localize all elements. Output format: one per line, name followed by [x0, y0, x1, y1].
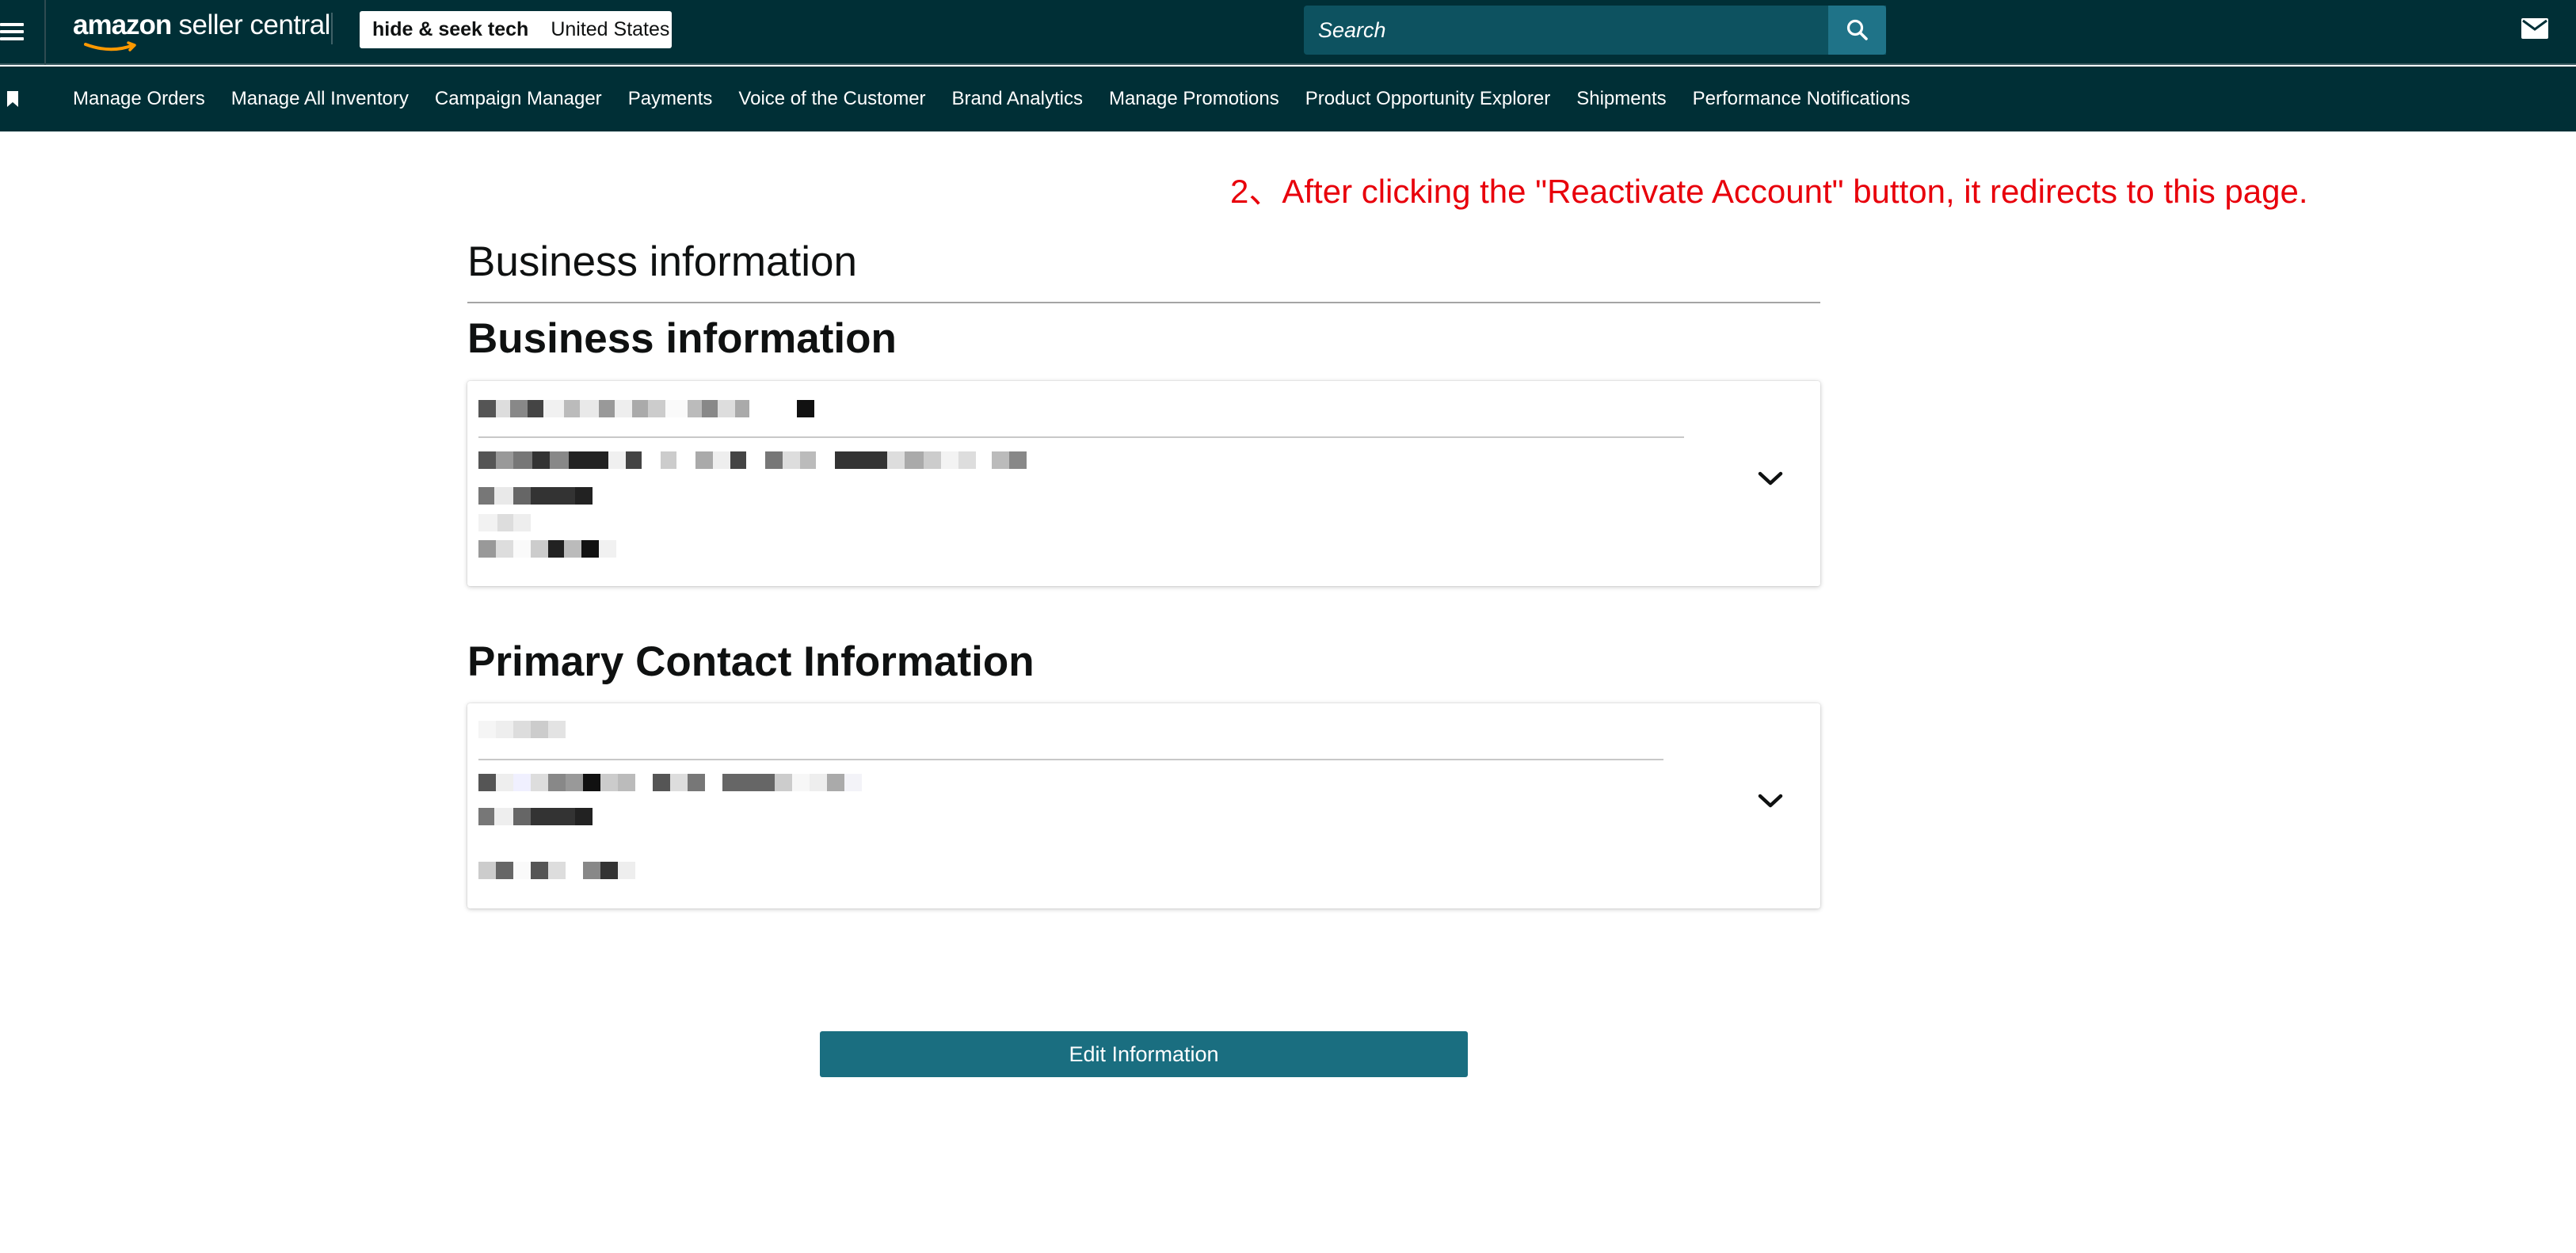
mail-icon[interactable]: [2521, 17, 2549, 43]
business-information-card[interactable]: [467, 381, 1820, 586]
card-divider: [478, 759, 1663, 760]
redacted-text: [478, 862, 635, 879]
nav-bar: Manage Orders Manage All Inventory Campa…: [0, 67, 2576, 131]
redacted-text: [478, 721, 566, 738]
edit-information-button[interactable]: Edit Information: [820, 1031, 1468, 1077]
nav-item-shipments[interactable]: Shipments: [1576, 88, 1666, 110]
page-title: Business information: [467, 238, 857, 285]
nav-items: Manage Orders Manage All Inventory Campa…: [73, 67, 1910, 131]
redacted-text: [478, 774, 862, 791]
top-header: amazon seller central hide & seek tech U…: [0, 0, 2576, 65]
nav-item-manage-orders[interactable]: Manage Orders: [73, 88, 205, 110]
amazon-smile-icon: [84, 41, 136, 51]
redacted-text: [478, 808, 593, 825]
redacted-text: [478, 540, 616, 558]
nav-item-performance-notifications[interactable]: Performance Notifications: [1693, 88, 1911, 110]
nav-item-payments[interactable]: Payments: [628, 88, 713, 110]
nav-item-voice-of-the-customer[interactable]: Voice of the Customer: [738, 88, 925, 110]
header-divider: [331, 13, 333, 44]
search-icon: [1846, 19, 1868, 40]
redacted-text: [478, 400, 814, 417]
primary-contact-information-heading: Primary Contact Information: [467, 638, 1035, 685]
nav-item-manage-all-inventory[interactable]: Manage All Inventory: [231, 88, 409, 110]
card-divider: [478, 436, 1684, 438]
logo-rest: seller central: [171, 10, 331, 40]
bookmark-icon[interactable]: [6, 90, 19, 112]
hamburger-icon[interactable]: [0, 0, 46, 65]
nav-item-product-opportunity-explorer[interactable]: Product Opportunity Explorer: [1305, 88, 1550, 110]
redacted-text: [478, 514, 531, 531]
logo-brand: amazon: [73, 10, 172, 40]
chevron-down-icon[interactable]: [1757, 470, 1784, 487]
nav-item-manage-promotions[interactable]: Manage Promotions: [1109, 88, 1279, 110]
search-button[interactable]: [1828, 6, 1886, 55]
chevron-down-icon[interactable]: [1757, 792, 1784, 809]
marketplace-name: United States: [551, 18, 670, 40]
nav-item-campaign-manager[interactable]: Campaign Manager: [435, 88, 602, 110]
search-box: [1304, 6, 1886, 55]
search-input[interactable]: [1318, 17, 1886, 43]
store-name: hide & seek tech: [372, 18, 529, 40]
seller-central-logo[interactable]: amazon seller central: [73, 10, 330, 54]
nav-item-brand-analytics[interactable]: Brand Analytics: [952, 88, 1083, 110]
primary-contact-information-card[interactable]: [467, 703, 1820, 908]
redacted-text: [478, 451, 1027, 469]
account-switcher[interactable]: hide & seek tech United States: [360, 11, 672, 48]
title-divider: [467, 302, 1820, 303]
red-annotation-text: 2、After clicking the "Reactivate Account…: [1230, 173, 2308, 210]
business-information-heading: Business information: [467, 315, 897, 362]
redacted-text: [478, 487, 593, 505]
